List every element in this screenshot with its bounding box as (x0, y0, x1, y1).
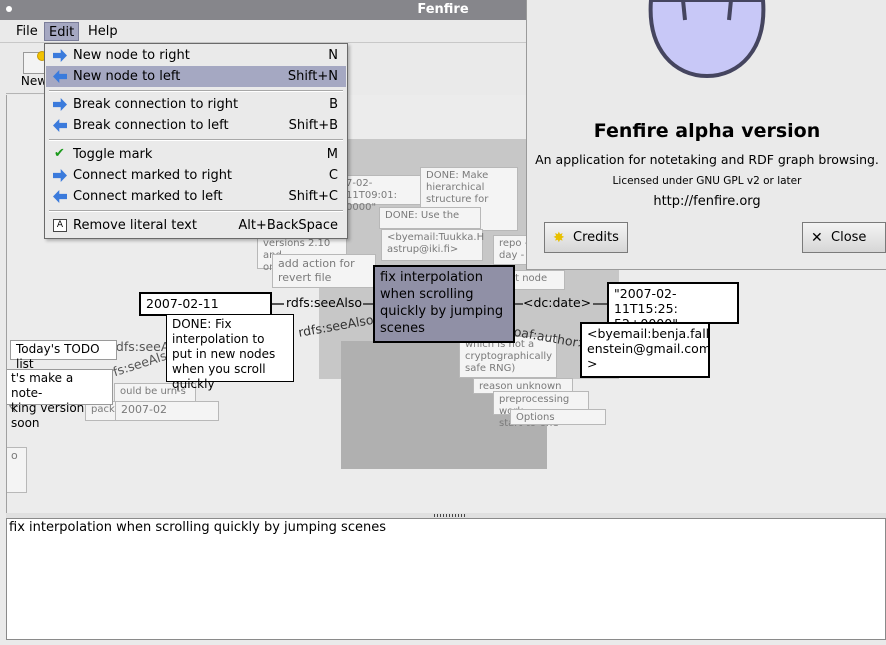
edge-seealso-main: rdfs:seeAlso (286, 295, 363, 310)
checkmark-icon: ✔ (54, 146, 65, 161)
edit-menu-dropdown: New node to right N New node to left Shi… (44, 43, 348, 239)
menu-new-node-right[interactable]: New node to right N (46, 45, 346, 66)
connect-right-icon (53, 169, 67, 182)
about-license: Licensed under GNU GPL v2 or later (612, 175, 802, 187)
fenfire-logo-icon (648, 0, 766, 79)
about-description: An application for notetaking and RDF gr… (535, 152, 879, 167)
credits-icon: ✸ (553, 230, 565, 246)
arrow-left-icon (53, 70, 67, 83)
window-menu-icon[interactable] (6, 6, 12, 12)
credits-button[interactable]: ✸ Credits (544, 222, 628, 253)
close-icon: ✕ (811, 230, 823, 246)
window-title: Fenfire (417, 2, 469, 17)
splitter-grip-icon[interactable] (434, 514, 466, 517)
faint-options-node[interactable]: Options (510, 409, 606, 425)
focus-node[interactable]: fix interpolation when scrolling quickly… (373, 265, 515, 343)
about-url[interactable]: http://fenfire.org (527, 194, 886, 209)
close-button[interactable]: ✕ Close (802, 222, 886, 253)
done-fix-node[interactable]: DONE: Fix interpolation to put in new no… (166, 314, 294, 391)
connect-left-icon (53, 190, 67, 203)
arrow-right-icon (53, 49, 67, 62)
edge-line-right-2 (593, 303, 607, 305)
menu-connect-right[interactable]: Connect marked to right C (46, 165, 346, 186)
menu-help[interactable]: Help (84, 22, 122, 41)
faint-timestamp-node[interactable]: 7-02-11T09:01: 0000" (340, 175, 424, 213)
date-value-node[interactable]: "2007-02-11T15:25: 52+0000" (607, 282, 739, 331)
menu-connect-left[interactable]: Connect marked to left Shift+C (46, 186, 346, 207)
menu-new-node-left[interactable]: New node to left Shift+N (46, 66, 346, 87)
menu-separator (49, 210, 343, 212)
faint-byemail-node[interactable]: <byemail:Tuukka.H astrup@iki.fi> (381, 229, 484, 261)
menu-break-right[interactable]: Break connection to right B (46, 94, 346, 115)
break-left-icon (53, 119, 67, 132)
remove-text-icon: A (53, 219, 67, 232)
menu-separator (49, 90, 343, 92)
menu-remove-literal[interactable]: A Remove literal text Alt+BackSpace (46, 215, 346, 236)
node-text-content: fix interpolation when scrolling quickly… (9, 520, 386, 535)
menu-break-left[interactable]: Break connection to left Shift+B (46, 115, 346, 136)
menu-file[interactable]: File (12, 22, 42, 41)
menu-separator (49, 139, 343, 141)
node-text-editor[interactable]: fix interpolation when scrolling quickly… (6, 518, 886, 640)
menu-toggle-mark[interactable]: ✔ Toggle mark M (46, 144, 346, 165)
faint-done-use-node[interactable]: DONE: Use the (379, 207, 481, 229)
faint-o-node[interactable]: o (7, 447, 27, 493)
close-button-label: Close (831, 230, 867, 245)
edge-line-left (272, 303, 284, 305)
date-node-left[interactable]: 2007-02-11 (139, 292, 272, 316)
new-document-icon (23, 51, 47, 74)
edge-date-label: <dc:date> (523, 295, 592, 310)
faint-date-node[interactable]: 2007-02 (115, 401, 219, 421)
credits-button-label: Credits (573, 230, 619, 245)
note-version-node[interactable]: t's make a note- king version soon (7, 369, 113, 430)
author-node[interactable]: <byemail:benja.fall enstein@gmail.com > (580, 322, 711, 378)
menu-edit[interactable]: Edit (44, 22, 80, 41)
todo-list-node[interactable]: Today's TODO list (10, 340, 117, 371)
about-title: Fenfire alpha version (593, 120, 821, 142)
edge-line-right (515, 303, 523, 305)
add-action-node[interactable]: add action for revert file (272, 254, 376, 288)
break-right-icon (53, 98, 67, 111)
about-dialog: Fenfire alpha version An application for… (526, 0, 886, 270)
